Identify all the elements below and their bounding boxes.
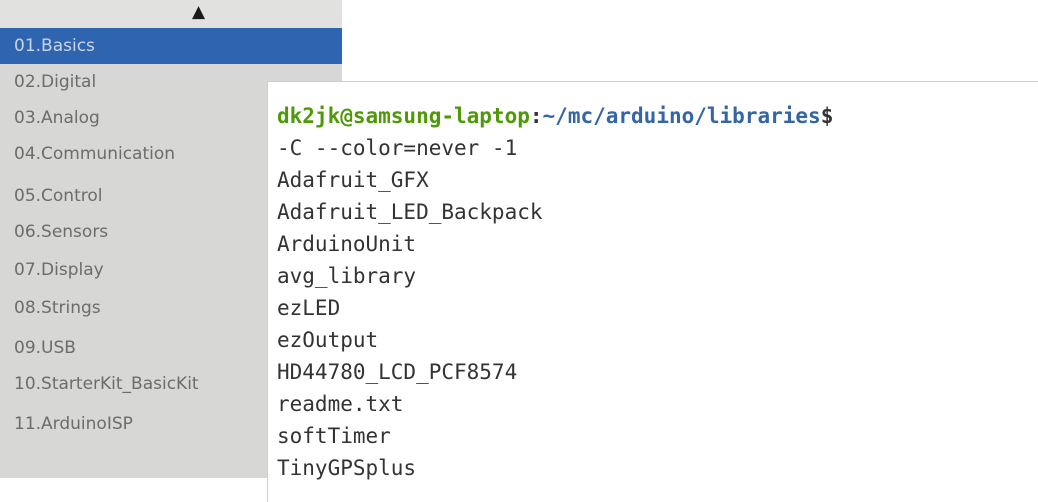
terminal-line: HD44780_LCD_PCF8574	[277, 360, 518, 384]
terminal-line: ezLED	[277, 296, 341, 320]
terminal-prompt: dk2jk@samsung-laptop:~/mc/arduino/librar…	[277, 100, 833, 132]
terminal-line: avg_library	[277, 264, 417, 288]
terminal-line: TinyGPSplus	[277, 456, 417, 480]
menu-scroll-area[interactable]: ▲	[0, 0, 342, 28]
prompt-dollar: $	[820, 104, 834, 128]
terminal-line: ArduinoUnit	[277, 232, 417, 256]
terminal-line: ezOutput	[277, 328, 379, 352]
terminal-line: softTimer	[277, 424, 391, 448]
scroll-up-arrow-icon[interactable]: ▲	[192, 2, 205, 22]
terminal-line: Adafruit_GFX	[277, 168, 429, 192]
menu-item-basics[interactable]: 01.Basics	[0, 28, 342, 64]
prompt-path: ~/mc/arduino/libraries	[542, 104, 821, 128]
prompt-user-host: dk2jk@samsung-laptop	[277, 104, 530, 128]
terminal-top-edge	[268, 82, 1038, 90]
terminal-line-command: -C --color=never -1	[277, 136, 518, 160]
prompt-separator: :	[529, 104, 543, 128]
terminal-line: readme.txt	[277, 392, 404, 416]
terminal-window[interactable]: dk2jk@samsung-laptop:~/mc/arduino/librar…	[267, 81, 1038, 502]
terminal-line: Adafruit_LED_Backpack	[277, 200, 543, 224]
